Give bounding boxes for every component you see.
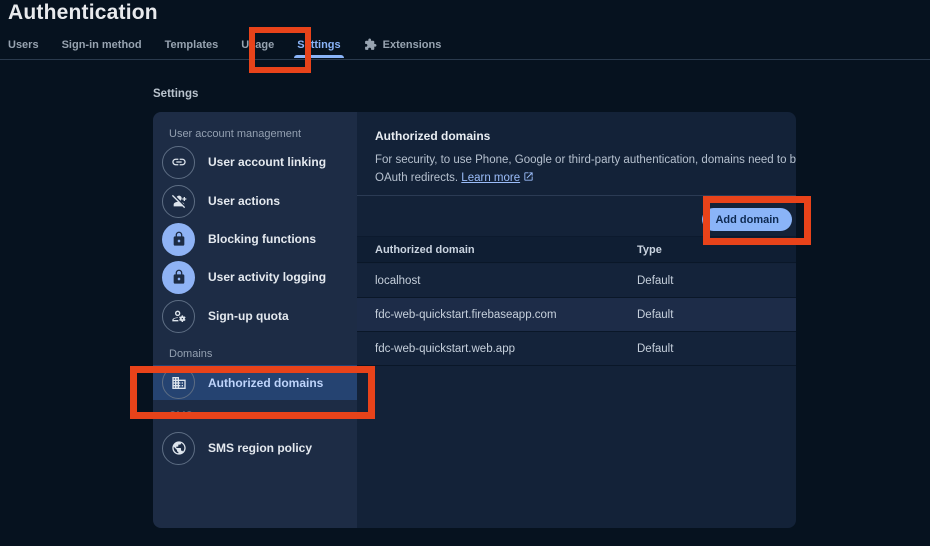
description-line1: For security, to use Phone, Google or th… xyxy=(375,154,796,166)
sidebar-item-label: User actions xyxy=(208,194,280,208)
tab-bar: Users Sign-in method Templates Usage Set… xyxy=(0,30,930,60)
table-row[interactable]: fdc-web-quickstart.firebaseapp.com Defau… xyxy=(357,298,796,332)
table-header-row: Authorized domain Type xyxy=(357,236,796,263)
description-line2: OAuth redirects. xyxy=(375,172,458,184)
sidebar-item-sign-up-quota[interactable]: Sign-up quota xyxy=(153,297,357,335)
section-label-domains: Domains xyxy=(169,348,212,360)
sidebar-item-label: Blocking functions xyxy=(208,232,316,246)
section-label-user-account-management: User account management xyxy=(169,128,301,140)
puzzle-icon xyxy=(364,38,377,51)
domain-cell: fdc-web-quickstart.firebaseapp.com xyxy=(375,309,557,321)
type-cell: Default xyxy=(637,309,673,321)
person-off-icon xyxy=(162,185,195,218)
type-cell: Default xyxy=(637,275,673,287)
breadcrumb: Settings xyxy=(153,88,198,100)
table-row[interactable]: fdc-web-quickstart.web.app Default xyxy=(357,332,796,366)
authorized-domains-panel: Authorized domains For security, to use … xyxy=(357,112,796,528)
tab-templates[interactable]: Templates xyxy=(165,30,219,59)
settings-card: User account management User account lin… xyxy=(153,112,796,528)
lock-icon xyxy=(162,223,195,256)
domain-icon xyxy=(162,366,195,399)
lock-icon xyxy=(162,261,195,294)
person-gear-icon xyxy=(162,300,195,333)
sidebar-item-label: User activity logging xyxy=(208,270,326,284)
panel-divider xyxy=(357,195,796,196)
column-header-type: Type xyxy=(637,244,662,256)
sidebar-item-sms-region-policy[interactable]: SMS region policy xyxy=(153,429,357,467)
sidebar-item-label: Authorized domains xyxy=(208,376,323,390)
tab-usage[interactable]: Usage xyxy=(241,30,274,59)
sidebar-item-user-account-linking[interactable]: User account linking xyxy=(153,143,357,181)
sidebar-item-authorized-domains[interactable]: Authorized domains xyxy=(153,365,357,400)
learn-more-link[interactable]: Learn more xyxy=(461,172,520,184)
settings-sidebar: User account management User account lin… xyxy=(153,112,357,528)
link-icon xyxy=(162,146,195,179)
column-header-authorized-domain: Authorized domain xyxy=(375,244,475,256)
page-title: Authentication xyxy=(8,1,158,25)
sidebar-item-label: SMS region policy xyxy=(208,441,312,455)
domain-cell: localhost xyxy=(375,275,420,287)
sidebar-item-user-actions[interactable]: User actions xyxy=(153,182,357,220)
tab-settings[interactable]: Settings xyxy=(297,30,340,59)
panel-description: For security, to use Phone, Google or th… xyxy=(375,152,796,187)
tab-extensions[interactable]: Extensions xyxy=(364,30,442,59)
tab-extensions-label: Extensions xyxy=(383,39,442,51)
sidebar-item-user-activity-logging[interactable]: User activity logging xyxy=(153,258,357,296)
sidebar-item-blocking-functions[interactable]: Blocking functions xyxy=(153,220,357,258)
tab-sign-in-method[interactable]: Sign-in method xyxy=(62,30,142,59)
panel-heading: Authorized domains xyxy=(375,129,490,143)
globe-icon xyxy=(162,432,195,465)
section-label-sms: SMS xyxy=(169,410,193,422)
tab-users[interactable]: Users xyxy=(8,30,39,59)
domain-cell: fdc-web-quickstart.web.app xyxy=(375,343,515,355)
type-cell: Default xyxy=(637,343,673,355)
open-in-new-icon xyxy=(523,171,534,182)
sidebar-item-label: Sign-up quota xyxy=(208,309,289,323)
sidebar-item-label: User account linking xyxy=(208,155,326,169)
add-domain-button[interactable]: Add domain xyxy=(702,208,792,231)
table-row[interactable]: localhost Default xyxy=(357,264,796,298)
